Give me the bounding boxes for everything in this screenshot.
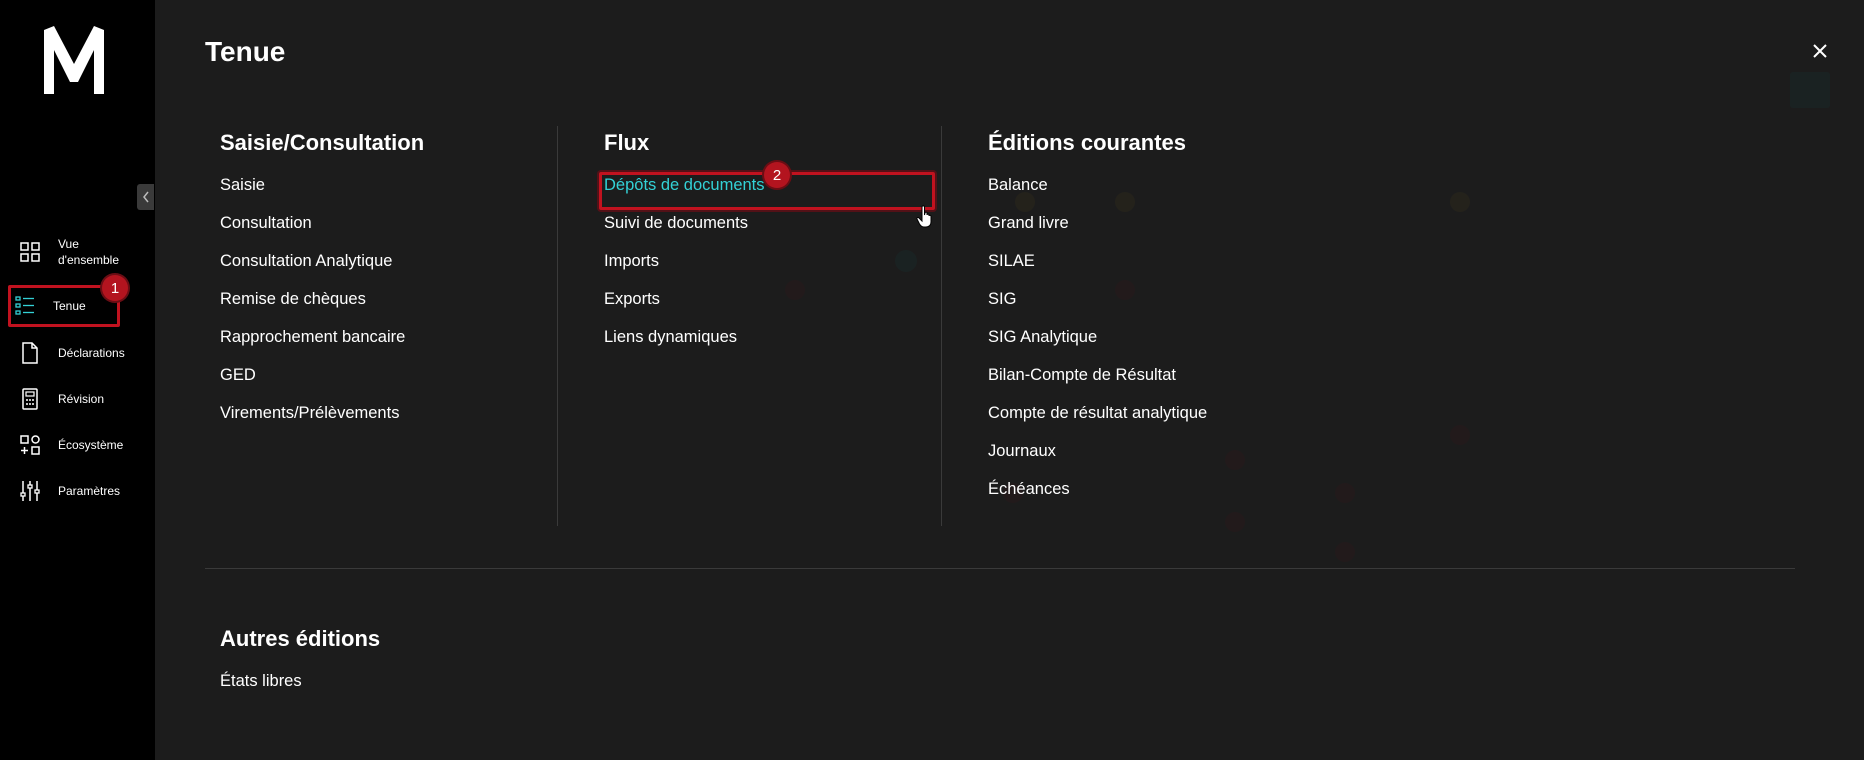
column-editions-courantes: Éditions courantes Balance Grand livre S… (988, 130, 1207, 516)
column-autres-editions: Autres éditions États libres (220, 626, 380, 708)
menu-link-sig[interactable]: SIG (988, 288, 1207, 326)
sidebar-item-label: Vue d'ensemble (58, 237, 119, 267)
menu-link-rapprochement-bancaire[interactable]: Rapprochement bancaire (220, 326, 424, 364)
menu-link-imports[interactable]: Imports (604, 250, 765, 288)
menu-link-exports[interactable]: Exports (604, 288, 765, 326)
sidebar-item-parametres[interactable]: Paramètres (14, 479, 144, 503)
sidebar-item-label: Déclarations (58, 346, 125, 360)
column-flux: Flux Dépôts de documents Suivi de docume… (604, 130, 765, 364)
list-icon (15, 296, 34, 315)
column-heading: Flux (604, 130, 650, 155)
column-divider (557, 126, 558, 526)
sidebar-item-vue-ensemble[interactable]: Vue d'ensemble (14, 236, 144, 268)
sidebar-item-label: Révision (58, 392, 105, 406)
menu-link-consultation[interactable]: Consultation (220, 212, 424, 250)
chevron-left-icon (142, 191, 149, 203)
menu-link-liens-dynamiques[interactable]: Liens dynamiques (604, 326, 765, 364)
menu-link-suivi-documents[interactable]: Suivi de documents (604, 212, 765, 250)
menu-link-echeances[interactable]: Échéances (988, 478, 1207, 516)
brand-logo (44, 26, 104, 94)
menu-link-journaux[interactable]: Journaux (988, 440, 1207, 478)
sidebar-item-ecosysteme[interactable]: Écosystème (14, 433, 144, 457)
calculator-icon (22, 388, 38, 410)
menu-link-saisie[interactable]: Saisie (220, 174, 424, 212)
menu-link-ged[interactable]: GED (220, 364, 424, 402)
sidebar-collapse-button[interactable] (137, 184, 154, 210)
step-badge-1: 1 (102, 275, 128, 301)
sidebar-item-label: Paramètres (58, 484, 121, 498)
sidebar-item-label: Tenue (53, 299, 86, 313)
menu-link-compte-resultat-analytique[interactable]: Compte de résultat analytique (988, 402, 1207, 440)
menu-link-balance[interactable]: Balance (988, 174, 1207, 212)
sidebar-item-label: Écosystème (58, 438, 124, 452)
column-saisie-consultation: Saisie/Consultation Saisie Consultation … (220, 130, 424, 440)
column-divider (941, 126, 942, 526)
document-icon (22, 342, 38, 364)
ecosystem-icon (20, 435, 40, 455)
section-divider (205, 568, 1795, 569)
column-heading: Saisie/Consultation (220, 130, 425, 155)
menu-link-sig-analytique[interactable]: SIG Analytique (988, 326, 1207, 364)
close-icon (1813, 44, 1827, 58)
menu-link-silae[interactable]: SILAE (988, 250, 1207, 288)
menu-link-consultation-analytique[interactable]: Consultation Analytique (220, 250, 424, 288)
menu-link-bilan-compte-resultat[interactable]: Bilan-Compte de Résultat (988, 364, 1207, 402)
menu-link-virements-prelevements[interactable]: Virements/Prélèvements (220, 402, 424, 440)
menu-link-remise-cheques[interactable]: Remise de chèques (220, 288, 424, 326)
menu-link-grand-livre[interactable]: Grand livre (988, 212, 1207, 250)
sidebar-item-declarations[interactable]: Déclarations (14, 341, 144, 365)
sliders-icon (20, 481, 40, 501)
close-button[interactable] (1807, 38, 1833, 64)
sidebar: Vue d'ensemble Tenue 1 Déclarations Révi… (0, 0, 155, 760)
hand-cursor-icon (916, 205, 932, 228)
sidebar-item-revision[interactable]: Révision (14, 387, 144, 411)
tenue-menu-panel: Tenue Saisie/Consultation Saisie Consult… (155, 0, 1864, 760)
grid-icon (20, 242, 40, 262)
column-heading: Autres éditions (220, 626, 381, 651)
column-heading: Éditions courantes (988, 130, 1187, 155)
panel-title: Tenue (205, 36, 286, 67)
step-badge-2: 2 (764, 162, 790, 188)
menu-link-etats-libres[interactable]: États libres (220, 670, 380, 708)
